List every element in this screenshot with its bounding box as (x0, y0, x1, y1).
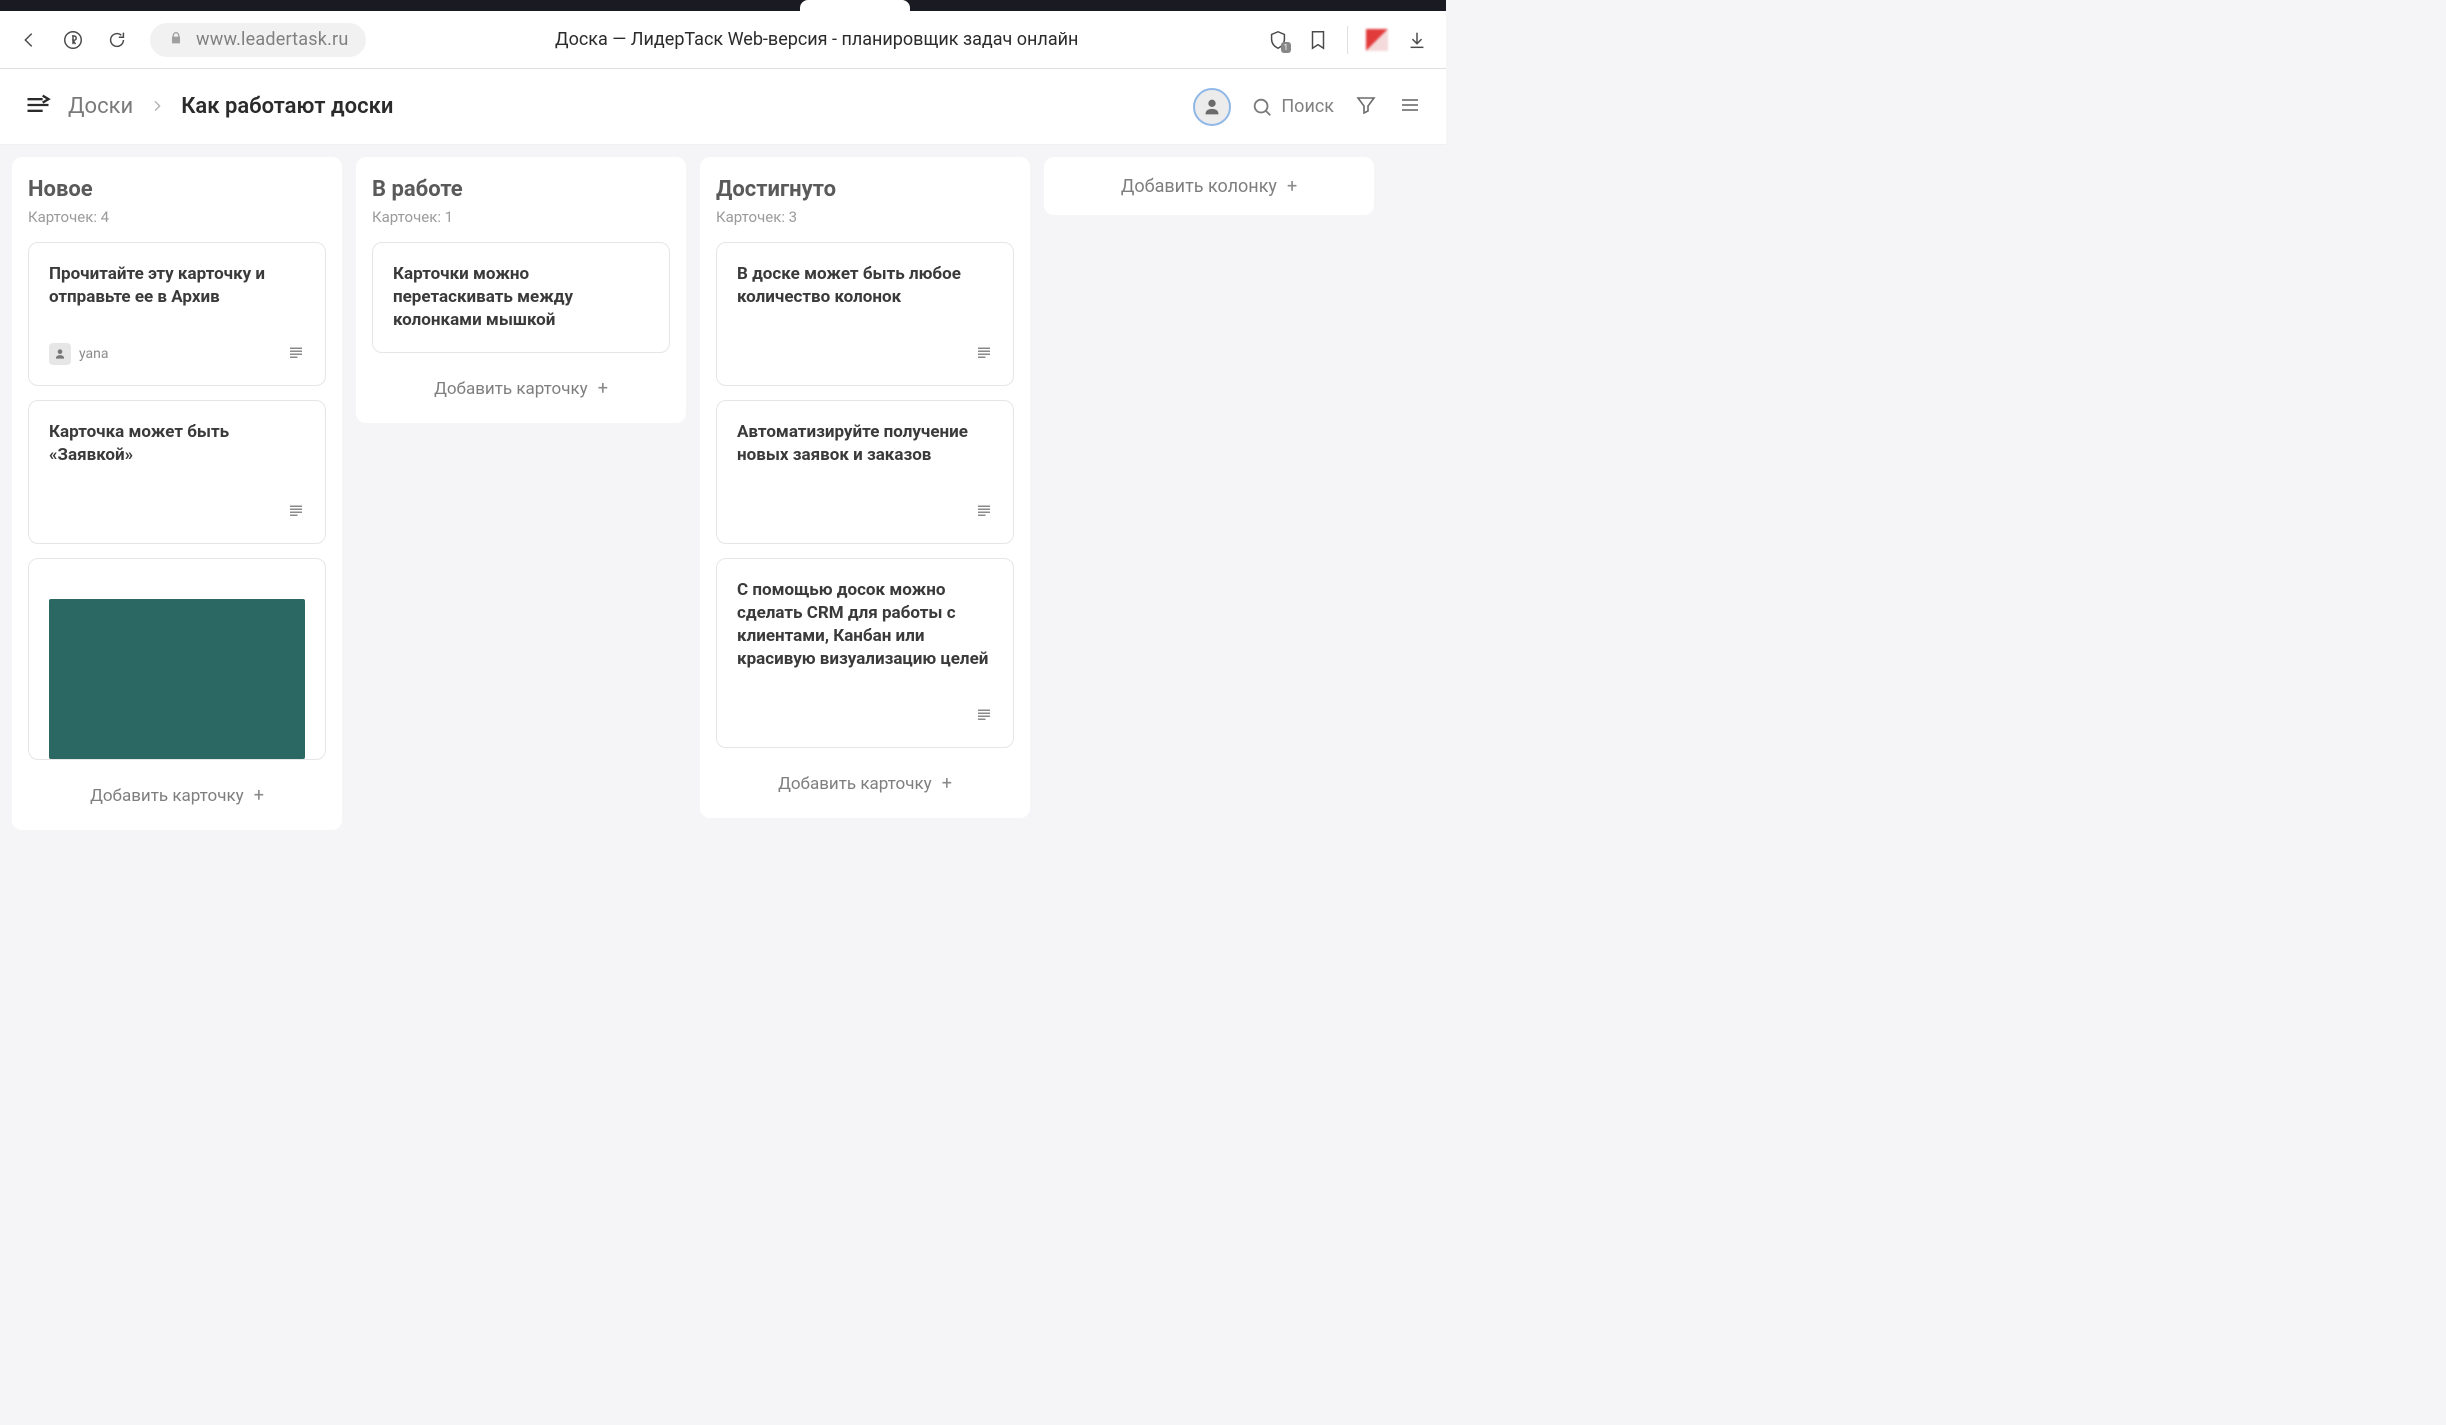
description-icon (287, 343, 305, 365)
board-column: В работе Карточек: 1 Карточки можно перета… (356, 157, 686, 423)
card-title: С помощью досок можно сделать CRM для ра… (737, 579, 993, 671)
page-title: Доска — ЛидерТаск Web-версия - планировщ… (555, 29, 1078, 50)
menu-button[interactable] (1398, 93, 1422, 121)
assignee-name: yana (79, 346, 108, 362)
card-meta (737, 501, 993, 523)
card-cover-image (49, 599, 305, 759)
add-card-label: Добавить карточку (778, 774, 932, 794)
add-card-label: Добавить карточку (90, 786, 244, 806)
column-count: Карточек: 3 (716, 208, 1014, 226)
board-card[interactable]: С помощью досок можно сделать CRM для ра… (716, 558, 1014, 748)
address-bar[interactable]: www.leadertask.ru (150, 23, 366, 57)
description-icon (975, 501, 993, 523)
breadcrumb-current: Как работают доски (181, 94, 393, 119)
card-title: Карточки можно перетаскивать между колон… (393, 263, 649, 332)
board-card[interactable]: Карточки можно перетаскивать между колон… (372, 242, 670, 353)
chevron-right-icon (149, 95, 165, 119)
plus-icon: + (942, 773, 952, 794)
board-column: Достигнуто Карточек: 3 В доске может быть … (700, 157, 1030, 818)
lock-icon (168, 30, 184, 50)
board-card[interactable]: В доске может быть любое количество коло… (716, 242, 1014, 386)
board-card[interactable]: Прочитайте эту карточку и отправьте ее в… (28, 242, 326, 386)
plus-icon: + (598, 378, 608, 399)
search-label: Поиск (1281, 96, 1334, 117)
separator (1347, 26, 1348, 54)
protect-button[interactable]: 1 (1267, 29, 1289, 51)
card-meta (49, 501, 305, 523)
column-count: Карточек: 1 (372, 208, 670, 226)
downloads-button[interactable] (1406, 29, 1428, 51)
plus-icon: + (254, 785, 264, 806)
card-assignee: yana (49, 343, 108, 365)
description-icon (975, 343, 993, 365)
add-card-button[interactable]: Добавить карточку + (716, 764, 1014, 804)
card-meta (737, 343, 993, 365)
search-button[interactable]: Поиск (1251, 96, 1334, 118)
app-header: Доски Как работают доски Поиск (0, 69, 1446, 145)
board-column: Новое Карточек: 4 Прочитайте эту карточку … (12, 157, 342, 830)
card-meta (737, 705, 993, 727)
yandex-home-button[interactable] (62, 29, 84, 51)
column-cards: В доске может быть любое количество коло… (716, 242, 1014, 748)
description-icon (287, 501, 305, 523)
description-icon (975, 705, 993, 727)
add-card-button[interactable]: Добавить карточку + (28, 776, 326, 816)
column-count: Карточек: 4 (28, 208, 326, 226)
board-card[interactable]: Карточка может быть «Заявкой» (28, 400, 326, 544)
column-cards: Прочитайте эту карточку и отправьте ее в… (28, 242, 326, 760)
add-card-button[interactable]: Добавить карточку + (372, 369, 670, 409)
bookmark-button[interactable] (1307, 29, 1329, 51)
browser-toolbar: www.leadertask.ru Доска — ЛидерТаск Web-… (0, 11, 1446, 69)
plus-icon: + (1287, 176, 1297, 197)
url-text: www.leadertask.ru (196, 29, 348, 50)
add-column-button[interactable]: Добавить колонку + (1044, 157, 1374, 215)
board-card[interactable]: Автоматизируйте получение новых заявок и… (716, 400, 1014, 544)
card-title: Прочитайте эту карточку и отправьте ее в… (49, 263, 305, 309)
breadcrumb-root[interactable]: Доски (68, 94, 133, 119)
shield-count: 1 (1281, 42, 1292, 53)
profile-button[interactable] (1366, 29, 1388, 51)
add-card-label: Добавить карточку (434, 379, 588, 399)
add-column-label: Добавить колонку (1121, 176, 1277, 197)
filter-button[interactable] (1354, 93, 1378, 121)
card-title: Автоматизируйте получение новых заявок и… (737, 421, 993, 467)
column-title: Достигнуто (716, 177, 1014, 202)
card-title: Карточка может быть «Заявкой» (49, 421, 305, 467)
sidebar-toggle-button[interactable] (24, 91, 52, 123)
board: Новое Карточек: 4 Прочитайте эту карточку … (0, 145, 1446, 851)
user-avatar[interactable] (1193, 88, 1231, 126)
card-title: В доске может быть любое количество коло… (737, 263, 993, 309)
column-title: Новое (28, 177, 326, 202)
browser-tabstrip (0, 0, 1446, 11)
active-tab[interactable] (800, 0, 910, 11)
reload-button[interactable] (106, 29, 128, 51)
assignee-avatar-icon (49, 343, 71, 365)
card-meta: yana (49, 343, 305, 365)
column-title: В работе (372, 177, 670, 202)
back-button[interactable] (18, 29, 40, 51)
board-card[interactable] (28, 558, 326, 760)
column-cards: Карточки можно перетаскивать между колон… (372, 242, 670, 353)
